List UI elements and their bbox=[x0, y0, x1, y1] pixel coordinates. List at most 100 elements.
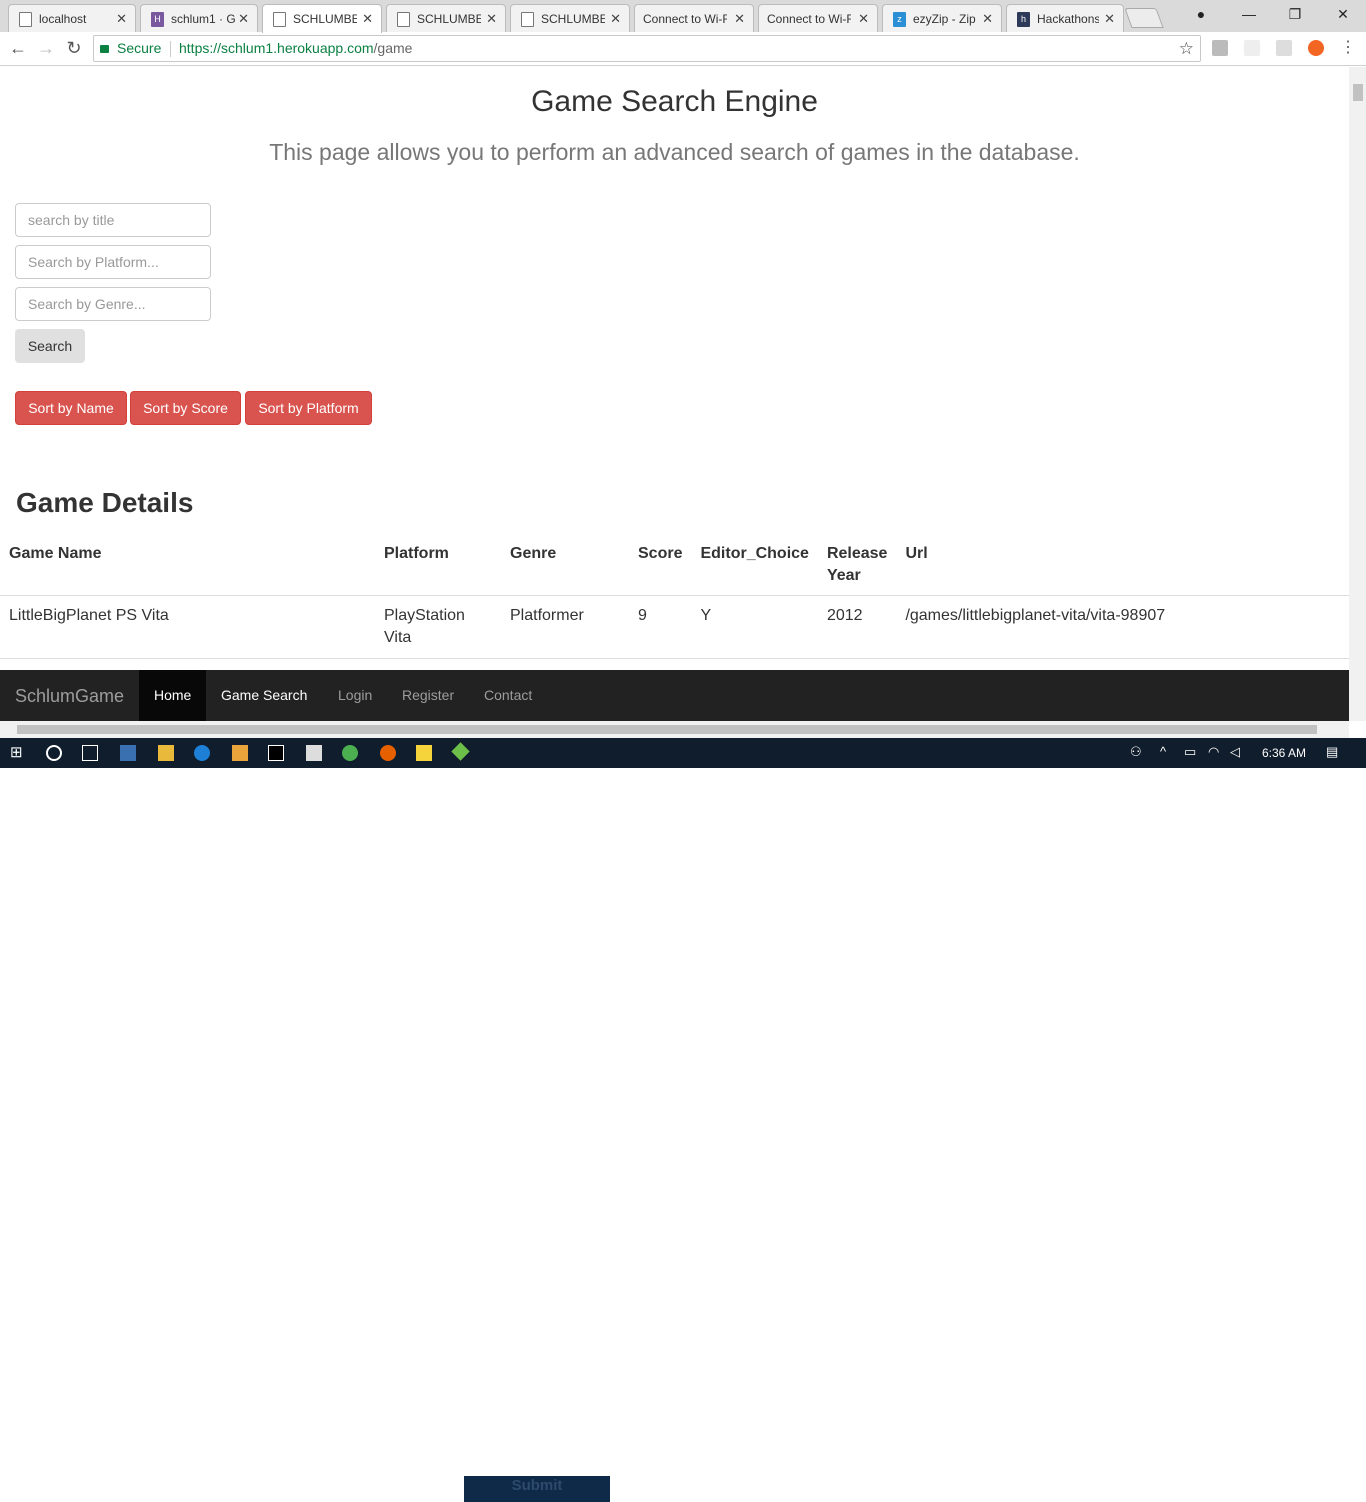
column-header: Genre bbox=[501, 543, 629, 596]
address-bar[interactable]: Secure https://schlum1.herokuapp.com/gam… bbox=[93, 35, 1201, 62]
browser-tab[interactable]: Connect to Wi-F ✕ bbox=[758, 4, 878, 32]
horizontal-scrollbar[interactable] bbox=[0, 721, 1349, 738]
sticky-notes-icon[interactable] bbox=[416, 745, 432, 761]
new-tab-button[interactable] bbox=[1124, 8, 1164, 28]
close-tab-icon[interactable]: ✕ bbox=[362, 11, 373, 27]
tab-label: schlum1 · G bbox=[171, 12, 235, 26]
extension-icon[interactable] bbox=[1276, 40, 1292, 56]
navbar-brand[interactable]: SchlumGame bbox=[15, 686, 124, 707]
browser-tab[interactable]: SCHLUMBEI ✕ bbox=[510, 4, 630, 32]
nav-home[interactable]: Home bbox=[139, 670, 207, 721]
windows-taskbar: ⊞ Submit ⚇ ^ ▭ ◠ ◁ 6:36 AM ▤ bbox=[0, 738, 1366, 1502]
column-header: Score bbox=[629, 543, 692, 596]
tab-label: Connect to Wi-F bbox=[643, 12, 727, 26]
tray-chevron-icon[interactable]: ^ bbox=[1160, 744, 1166, 759]
search-genre-input[interactable] bbox=[15, 287, 211, 321]
close-window-icon[interactable]: ✕ bbox=[1320, 0, 1366, 30]
tab-label: Connect to Wi-F bbox=[767, 12, 851, 26]
cell-platform: PlayStation Vita bbox=[375, 595, 501, 659]
clock[interactable]: 6:36 AM bbox=[1262, 746, 1306, 760]
tab-label: SCHLUMBEI bbox=[293, 12, 357, 26]
sort-by-name-button[interactable]: Sort by Name bbox=[15, 391, 127, 425]
sort-by-platform-button[interactable]: Sort by Platform bbox=[245, 391, 372, 425]
edge-icon[interactable] bbox=[194, 745, 210, 761]
bookmark-star-icon[interactable]: ☆ bbox=[1179, 36, 1194, 61]
column-header: Url bbox=[896, 543, 1349, 596]
column-header: Release Year bbox=[817, 543, 897, 596]
tab-label: SCHLUMBEI bbox=[541, 12, 605, 26]
browser-tab[interactable]: SCHLUMBEI ✕ bbox=[386, 4, 506, 32]
browser-tab[interactable]: h Hackathons ✕ bbox=[1006, 4, 1124, 32]
cortana-icon[interactable] bbox=[46, 745, 62, 761]
store-icon[interactable] bbox=[306, 745, 322, 761]
reload-icon[interactable]: ↻ bbox=[62, 37, 86, 61]
search-platform-input[interactable] bbox=[15, 245, 211, 279]
nav-login[interactable]: Login bbox=[323, 670, 387, 721]
cell-url: /games/littlebigplanet-vita/vita-98907 bbox=[896, 595, 1349, 659]
back-icon[interactable]: ← bbox=[6, 37, 30, 61]
heroku-icon: H bbox=[151, 12, 164, 27]
chrome-icon[interactable] bbox=[342, 745, 358, 761]
extension-orange-icon[interactable] bbox=[1308, 40, 1324, 56]
file-explorer-icon[interactable] bbox=[158, 745, 174, 761]
page-icon bbox=[19, 12, 32, 27]
nav-contact[interactable]: Contact bbox=[469, 670, 547, 721]
volume-icon[interactable]: ◁ bbox=[1230, 744, 1240, 760]
browser-tab[interactable]: Connect to Wi-F ✕ bbox=[634, 4, 754, 32]
notifications-icon[interactable]: ▤ bbox=[1326, 744, 1338, 760]
scrollbar-thumb[interactable] bbox=[1353, 84, 1363, 101]
table-row: LittleBigPlanet PS Vita PlayStation Vita… bbox=[0, 595, 1349, 659]
gitkraken-icon[interactable] bbox=[451, 742, 470, 761]
menu-icon[interactable]: ⋮ bbox=[1336, 37, 1360, 61]
sort-by-score-button[interactable]: Sort by Score bbox=[130, 391, 241, 425]
close-tab-icon[interactable]: ✕ bbox=[982, 11, 993, 27]
extension-icon[interactable] bbox=[1244, 40, 1260, 56]
lock-icon bbox=[100, 45, 109, 53]
close-tab-icon[interactable]: ✕ bbox=[858, 11, 869, 27]
forward-icon[interactable]: → bbox=[34, 37, 58, 61]
close-tab-icon[interactable]: ✕ bbox=[734, 11, 745, 27]
search-title-input[interactable] bbox=[15, 203, 211, 237]
firefox-icon[interactable] bbox=[380, 745, 396, 761]
close-tab-icon[interactable]: ✕ bbox=[486, 11, 497, 27]
url-divider bbox=[170, 41, 171, 57]
page-icon bbox=[521, 12, 534, 27]
people-icon[interactable]: ⚇ bbox=[1130, 744, 1142, 760]
browser-tab-active[interactable]: SCHLUMBEI ✕ bbox=[262, 4, 382, 33]
browser-tab[interactable]: localhost ✕ bbox=[8, 4, 136, 32]
close-tab-icon[interactable]: ✕ bbox=[116, 11, 127, 27]
page-icon bbox=[397, 12, 410, 27]
ezyzip-icon: z bbox=[893, 12, 906, 27]
tab-label: ezyZip - Zip bbox=[913, 12, 976, 26]
browser-tab[interactable]: z ezyZip - Zip ✕ bbox=[882, 4, 1002, 32]
search-button[interactable]: Search bbox=[15, 329, 85, 363]
close-tab-icon[interactable]: ✕ bbox=[610, 11, 621, 27]
extension-evernote-icon[interactable] bbox=[1212, 40, 1228, 56]
nav-register[interactable]: Register bbox=[387, 670, 469, 721]
close-tab-icon[interactable]: ✕ bbox=[1104, 11, 1115, 27]
restore-icon[interactable]: ❐ bbox=[1272, 0, 1318, 30]
vertical-scrollbar[interactable] bbox=[1349, 67, 1366, 721]
url-host: https://schlum1.herokuapp.com bbox=[179, 40, 374, 56]
secure-indicator[interactable]: Secure bbox=[100, 36, 161, 61]
secure-label: Secure bbox=[117, 40, 162, 56]
nav-game-search[interactable]: Game Search bbox=[206, 670, 322, 721]
close-tab-icon[interactable]: ✕ bbox=[238, 11, 249, 27]
url-path: /game bbox=[373, 40, 413, 56]
browser-toolbar: ← → ↻ Secure https://schlum1.herokuapp.c… bbox=[0, 32, 1366, 66]
minimize-icon[interactable]: — bbox=[1226, 0, 1272, 30]
powershell-icon[interactable] bbox=[120, 745, 136, 761]
scrollbar-thumb[interactable] bbox=[17, 725, 1317, 734]
user-profile-icon[interactable]: ● bbox=[1178, 0, 1224, 30]
battery-icon[interactable]: ▭ bbox=[1184, 744, 1196, 760]
cell-score: 9 bbox=[629, 595, 692, 659]
windows-start-icon[interactable]: ⊞ bbox=[10, 743, 26, 761]
url-text[interactable]: https://schlum1.herokuapp.com/game bbox=[179, 36, 412, 61]
browser-tab[interactable]: H schlum1 · G ✕ bbox=[140, 4, 258, 32]
task-view-icon[interactable] bbox=[82, 745, 98, 761]
wifi-icon[interactable]: ◠ bbox=[1208, 744, 1219, 760]
webstorm-icon[interactable] bbox=[268, 745, 284, 761]
game-details-heading: Game Details bbox=[16, 487, 194, 518]
table-header-row: Game Name Platform Genre Score Editor_Ch… bbox=[0, 543, 1349, 596]
media-player-icon[interactable] bbox=[232, 745, 248, 761]
